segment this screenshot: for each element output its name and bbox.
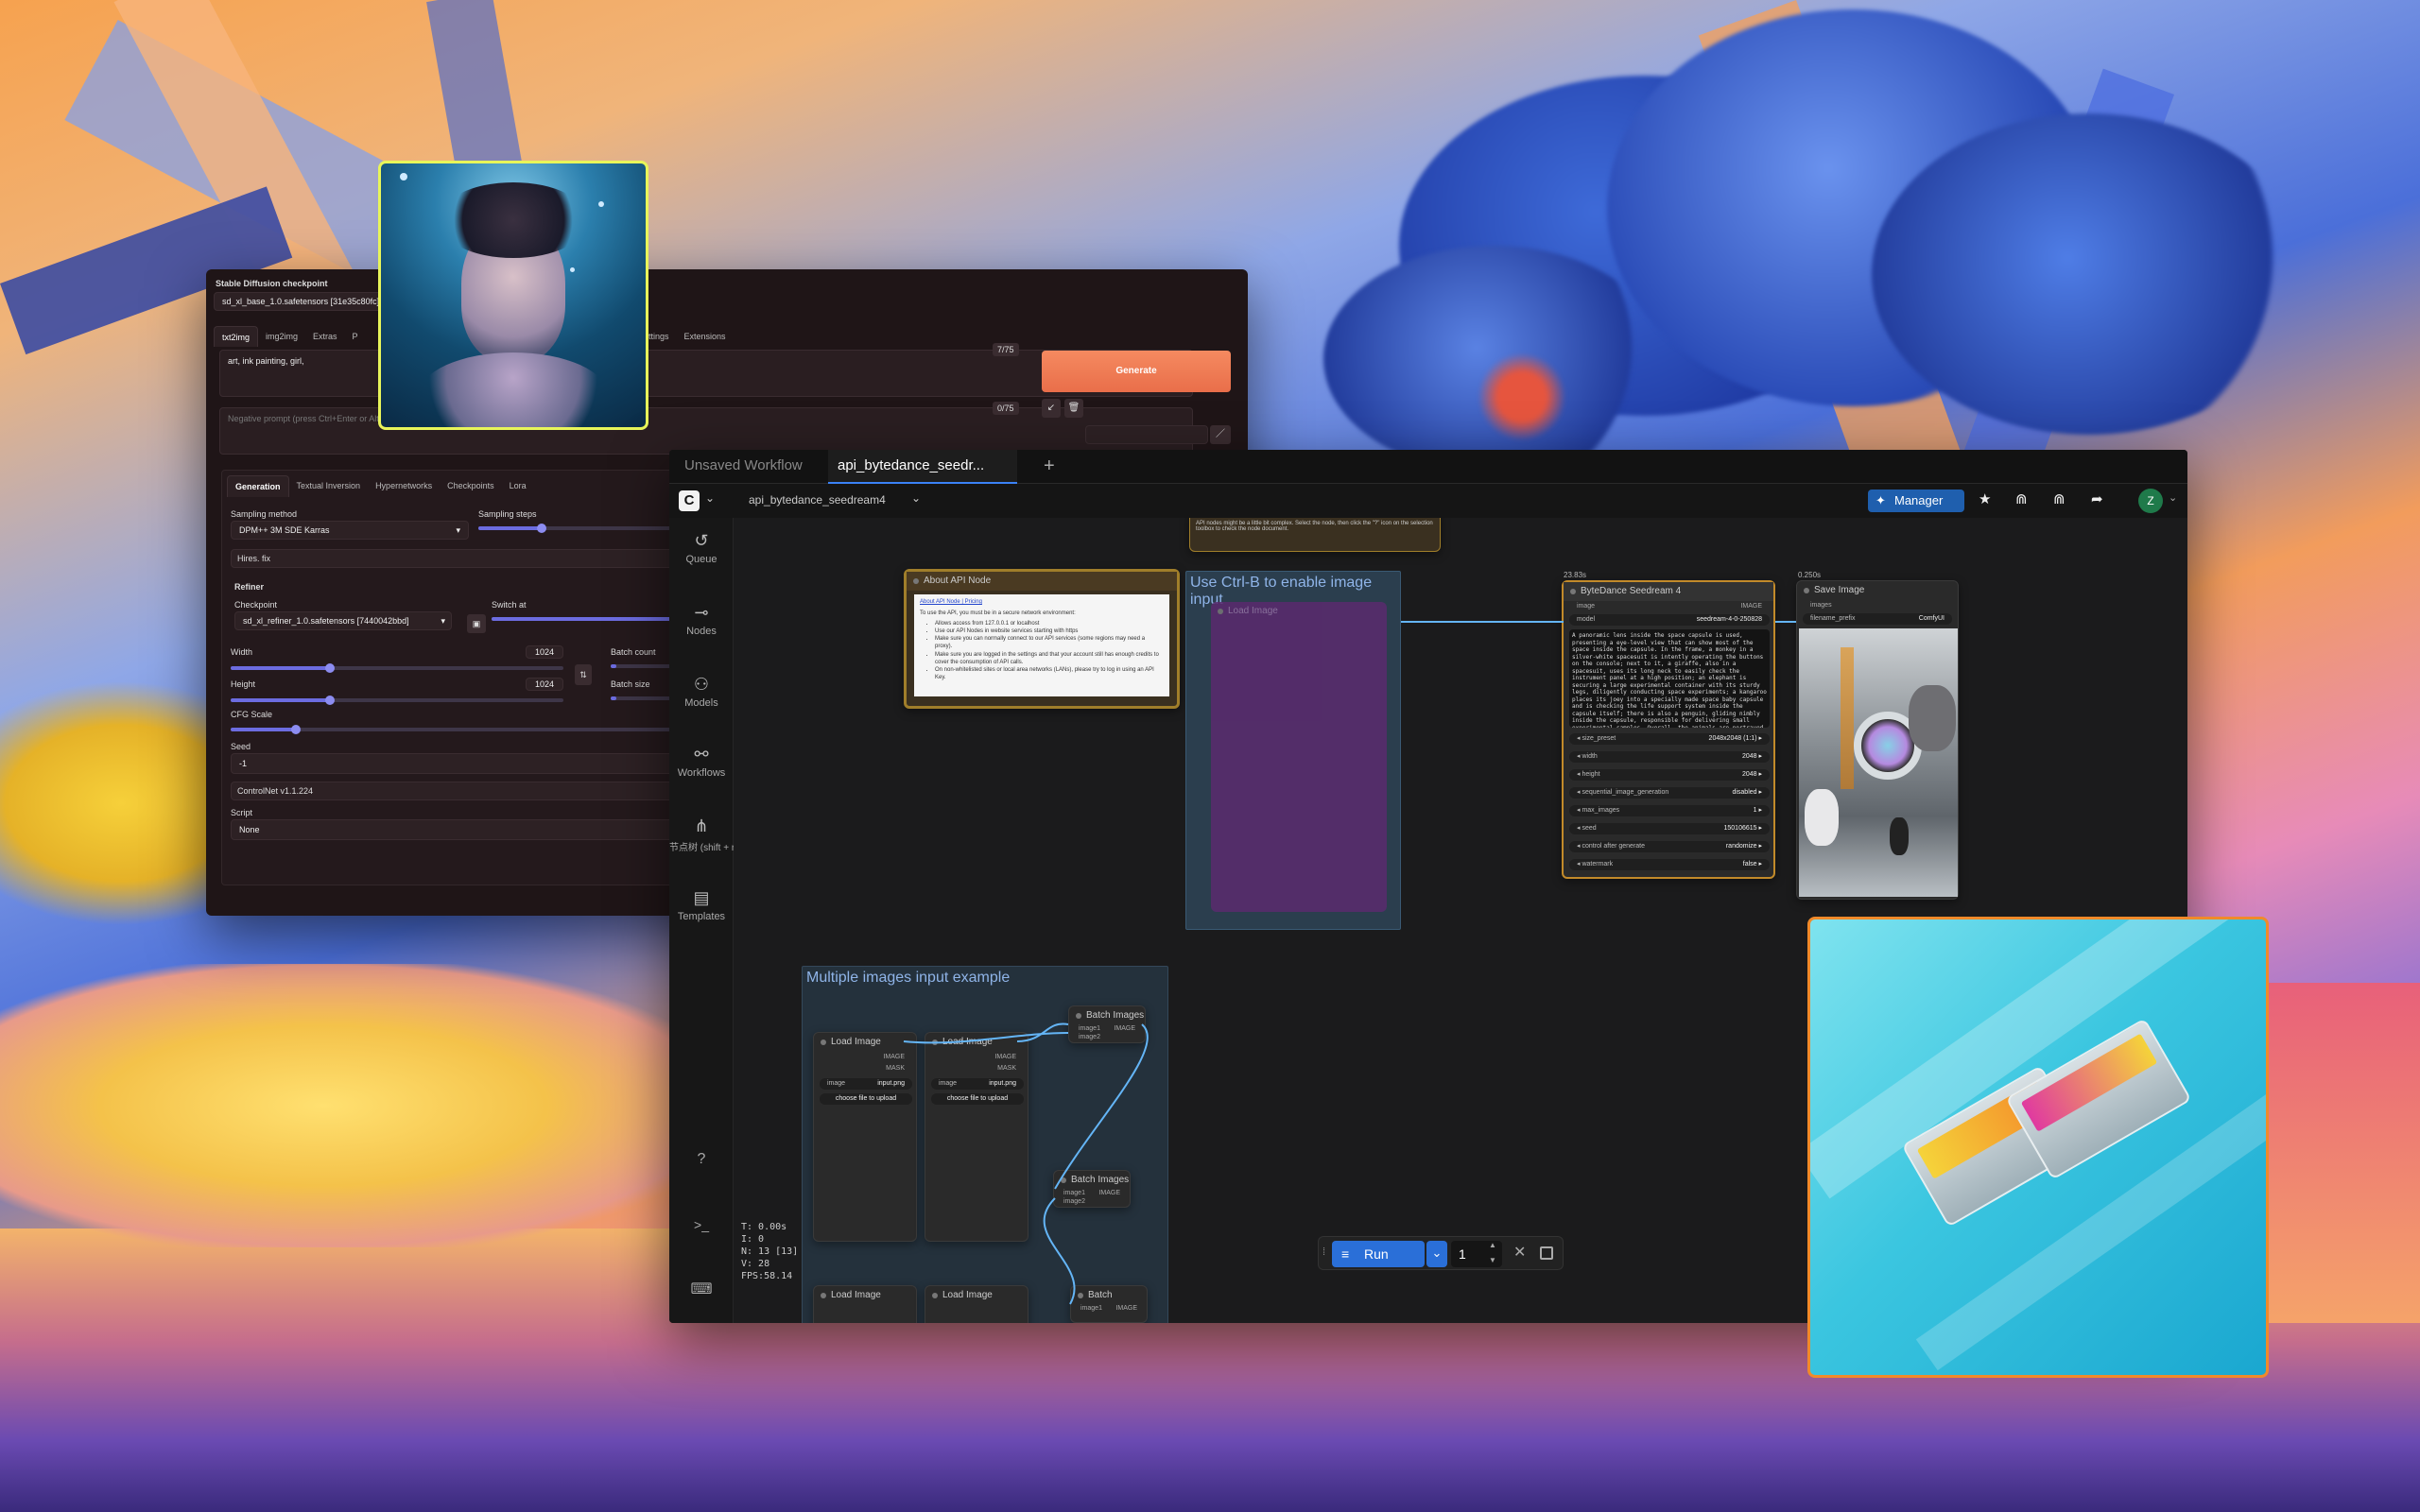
subtab-hypernetworks[interactable]: Hypernetworks bbox=[368, 475, 440, 497]
width-slider[interactable] bbox=[231, 663, 563, 673]
stat-nodes: N: 13 [13] bbox=[741, 1246, 799, 1257]
sampling-method-select[interactable]: DPM++ 3M SDE Karras ▾ bbox=[231, 521, 469, 540]
templates-icon: ▤ bbox=[693, 888, 710, 907]
close-icon[interactable]: ✕ bbox=[1513, 1243, 1526, 1262]
height-slider[interactable] bbox=[231, 696, 563, 705]
sidebar: ↺ Queue ⊸ Nodes ⚇ Models ⚯ Workflows ⋔ 节点树 (s… bbox=[669, 518, 735, 1323]
tab-img2img[interactable]: img2img bbox=[258, 326, 305, 347]
comfy-logo-icon[interactable]: C bbox=[679, 490, 700, 511]
chevron-down-icon[interactable]: ⌄ bbox=[911, 491, 921, 505]
puzzle-icon: ✦ bbox=[1876, 493, 1886, 507]
model-download-icon[interactable]: ⋒ bbox=[2015, 490, 2028, 507]
sidebar-item-nodes[interactable]: ⊸ Nodes bbox=[669, 603, 734, 637]
sidebar-item-models[interactable]: ⚇ Models bbox=[669, 675, 734, 709]
run-button[interactable]: ≡ Run bbox=[1332, 1241, 1425, 1267]
increment-icon[interactable]: ▲ bbox=[1489, 1241, 1496, 1249]
script-label: Script bbox=[231, 808, 253, 817]
history-icon: ↺ bbox=[694, 531, 709, 550]
tab-txt2img[interactable]: txt2img bbox=[214, 326, 259, 347]
stat-time: T: 0.00s bbox=[741, 1222, 787, 1232]
workflow-tabs: Unsaved Workflow api_bytedance_seedr... … bbox=[669, 450, 2187, 484]
seed-label: Seed bbox=[231, 742, 251, 751]
tab-unsaved-workflow[interactable]: Unsaved Workflow bbox=[675, 450, 812, 484]
tab-api-bytedance[interactable]: api_bytedance_seedr... bbox=[828, 450, 1017, 484]
run-icon: ≡ bbox=[1341, 1246, 1350, 1262]
help-icon[interactable]: ? bbox=[669, 1151, 734, 1168]
generate-button[interactable]: Generate bbox=[1042, 351, 1231, 392]
share-icon[interactable]: ➦ bbox=[2091, 490, 2103, 507]
subtabs: Generation Textual Inversion Hypernetwor… bbox=[227, 475, 534, 497]
cassette-tapes-image bbox=[1807, 917, 2269, 1378]
workflows-icon: ⚯ bbox=[694, 745, 709, 764]
stop-icon[interactable] bbox=[1540, 1246, 1553, 1260]
height-label: Height bbox=[231, 679, 256, 689]
cfg-scale-label: CFG Scale bbox=[231, 710, 273, 719]
sampling-method-value: DPM++ 3M SDE Karras bbox=[239, 525, 330, 535]
width-label: Width bbox=[231, 647, 253, 657]
render-stats: T: 0.00s I: 0 N: 13 [13] V: 28 FPS:58.14 bbox=[741, 1221, 798, 1282]
stat-i: I: 0 bbox=[741, 1234, 765, 1245]
refresh-icon[interactable]: ▣ bbox=[467, 614, 486, 633]
workflow-name[interactable]: api_bytedance_seedream4 bbox=[749, 493, 886, 507]
prompt-token-count: 7/75 bbox=[993, 343, 1019, 356]
tab-extensions[interactable]: Extensions bbox=[677, 326, 734, 347]
sampling-method-label: Sampling method bbox=[231, 509, 298, 519]
subtab-textual-inversion[interactable]: Textual Inversion bbox=[289, 475, 369, 497]
chevron-down-icon: ▾ bbox=[456, 525, 460, 535]
avatar[interactable]: Z bbox=[2138, 489, 2163, 513]
nodes-icon: ⊸ bbox=[694, 603, 709, 622]
styles-select[interactable] bbox=[1085, 425, 1208, 444]
sidebar-item-templates[interactable]: ▤ Templates bbox=[669, 888, 734, 922]
underwater-girl-image bbox=[378, 161, 648, 430]
chevron-down-icon[interactable]: ⌄ bbox=[705, 491, 715, 505]
batch-count-label: Batch count bbox=[611, 647, 656, 657]
chevron-down-icon[interactable]: ⌄ bbox=[1426, 1241, 1447, 1267]
refiner-label: Refiner bbox=[234, 582, 265, 592]
drag-handle-icon[interactable]: ⁞ bbox=[1322, 1246, 1325, 1258]
subtab-generation[interactable]: Generation bbox=[227, 475, 289, 497]
model-upload-icon[interactable]: ⋒ bbox=[2053, 490, 2066, 507]
swap-dimensions-icon[interactable]: ⇅ bbox=[575, 664, 592, 685]
sidebar-item-workflows[interactable]: ⚯ Workflows bbox=[669, 745, 734, 779]
refiner-checkpoint-select[interactable]: sd_xl_refiner_1.0.safetensors [7440042bb… bbox=[234, 611, 452, 630]
refiner-checkpoint-value: sd_xl_refiner_1.0.safetensors [7440042bb… bbox=[243, 616, 409, 626]
subtab-checkpoints[interactable]: Checkpoints bbox=[440, 475, 502, 497]
chevron-down-icon[interactable]: ⌄ bbox=[2169, 491, 2177, 504]
main-tabs: txt2img img2img Extras P bbox=[214, 326, 366, 347]
apply-style-button[interactable]: ↙ bbox=[1042, 399, 1061, 418]
height-input[interactable]: 1024 bbox=[526, 678, 563, 691]
width-input[interactable]: 1024 bbox=[526, 645, 563, 659]
tab-extras[interactable]: Extras bbox=[305, 326, 345, 347]
negative-token-count: 0/75 bbox=[993, 402, 1019, 415]
trash-icon[interactable]: 🗑 bbox=[1064, 399, 1083, 418]
terminal-icon[interactable]: >_ bbox=[669, 1217, 734, 1232]
sampling-steps-label: Sampling steps bbox=[478, 509, 537, 519]
tab-png-info[interactable]: P bbox=[345, 326, 366, 347]
switch-at-label: Switch at bbox=[492, 600, 527, 610]
stat-v: V: 28 bbox=[741, 1259, 770, 1269]
run-toolbar: ⁞ ≡ Run ⌄ 1 ▲ ▼ ✕ bbox=[1318, 1236, 1564, 1270]
sidebar-item-node-tree[interactable]: ⋔ 节点树 (shift + r bbox=[669, 816, 735, 853]
tree-icon: ⋔ bbox=[694, 816, 709, 835]
refiner-checkpoint-label: Checkpoint bbox=[234, 600, 278, 610]
batch-size-label: Batch size bbox=[611, 679, 650, 689]
edit-styles-icon[interactable]: ／ bbox=[1210, 425, 1231, 444]
decrement-icon[interactable]: ▼ bbox=[1489, 1256, 1496, 1264]
subtab-lora[interactable]: Lora bbox=[502, 475, 534, 497]
stat-fps: FPS:58.14 bbox=[741, 1271, 793, 1281]
star-icon[interactable]: ★ bbox=[1979, 490, 1991, 507]
keyboard-icon[interactable]: ⌨ bbox=[669, 1280, 734, 1298]
add-tab-button[interactable]: + bbox=[1034, 450, 1064, 484]
checkpoint-label: Stable Diffusion checkpoint bbox=[216, 279, 328, 288]
models-icon: ⚇ bbox=[693, 675, 710, 694]
chevron-down-icon: ▾ bbox=[441, 616, 445, 626]
sidebar-item-queue[interactable]: ↺ Queue bbox=[669, 531, 734, 565]
manager-button[interactable]: ✦ Manager bbox=[1868, 490, 1964, 512]
manager-label: Manager bbox=[1894, 493, 1944, 507]
top-menubar: C ⌄ api_bytedance_seedream4 ⌄ ✦ Manager ★… bbox=[669, 484, 2187, 518]
